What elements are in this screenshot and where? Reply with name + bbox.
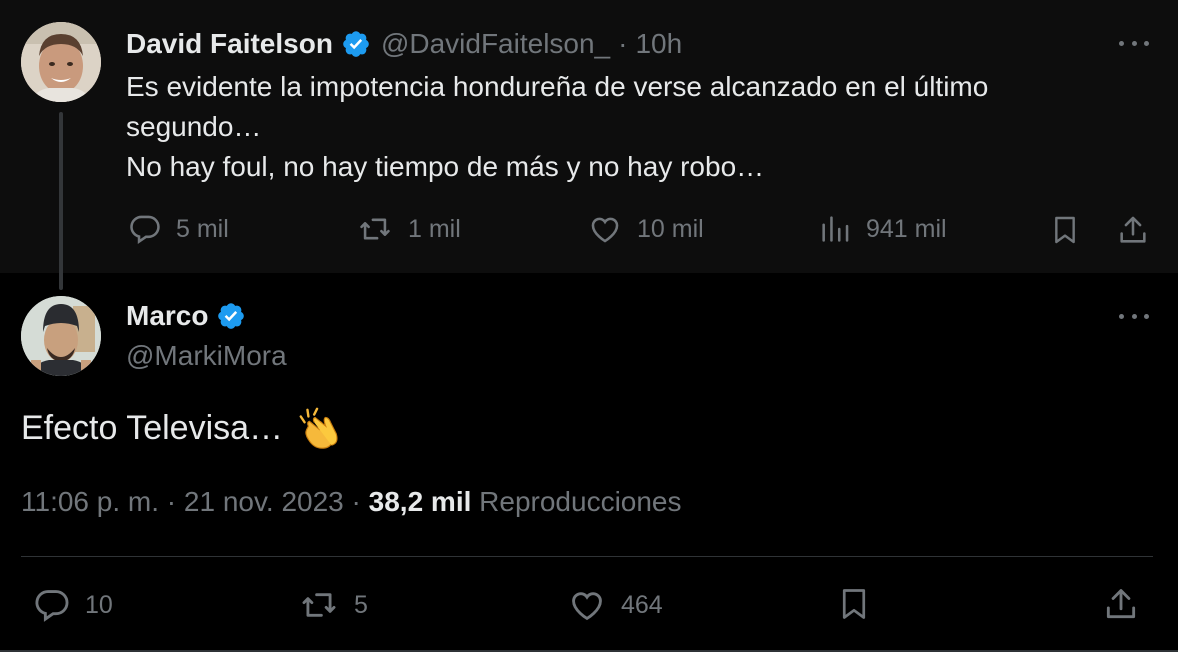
divider	[21, 556, 1153, 557]
verified-badge-icon[interactable]	[341, 29, 371, 59]
tweet-text-line: Es evidente la impotencia hondureña de v…	[126, 71, 989, 102]
views-button[interactable]: 941 mil	[818, 212, 947, 246]
share-button[interactable]	[1116, 212, 1150, 248]
meta-separator: ·	[351, 486, 361, 517]
main-tweet-author: Marco	[126, 298, 256, 334]
like-button[interactable]: 464	[567, 586, 663, 624]
reply-count: 5 mil	[176, 214, 229, 243]
analytics-icon	[822, 216, 849, 242]
parent-tweet-text: Es evidente la impotencia hondureña de v…	[126, 67, 1136, 187]
repost-count: 5	[354, 590, 368, 619]
repost-button[interactable]: 5	[298, 586, 368, 624]
bookmark-icon	[1055, 216, 1075, 244]
parent-tweet-header: David Faitelson @DavidFaitelson_ · 10h	[126, 26, 682, 62]
share-icon	[1120, 216, 1146, 243]
avatar[interactable]	[21, 22, 101, 102]
share-icon	[1106, 589, 1136, 619]
tweet-time[interactable]: 11:06 p. m.	[21, 486, 159, 517]
thread-connector-line	[59, 112, 63, 290]
repost-icon	[302, 593, 336, 617]
avatar[interactable]	[21, 296, 101, 376]
like-count: 464	[621, 590, 663, 619]
author-handle[interactable]: @MarkiMora	[126, 340, 287, 372]
view-count: 941 mil	[866, 214, 947, 243]
heart-icon	[572, 592, 602, 621]
tweet-text-line: No hay foul, no hay tiempo de más y no h…	[126, 151, 765, 182]
reply-icon	[130, 215, 160, 245]
bookmark-button[interactable]	[1049, 212, 1081, 248]
like-button[interactable]: 10 mil	[587, 212, 704, 246]
tweet-timestamp[interactable]: 10h	[635, 28, 682, 60]
author-handle[interactable]: @DavidFaitelson_	[381, 28, 610, 60]
views-count[interactable]: 38,2 mil	[369, 486, 472, 517]
tweet-text: Efecto Televisa…	[21, 408, 284, 447]
bookmark-icon	[842, 589, 866, 619]
more-options-icon[interactable]	[1116, 33, 1152, 53]
reply-button[interactable]: 10	[33, 586, 113, 624]
reply-button[interactable]: 5 mil	[128, 212, 229, 246]
repost-count: 1 mil	[408, 214, 461, 243]
share-button[interactable]	[1102, 584, 1140, 624]
like-count: 10 mil	[637, 214, 704, 243]
heart-icon	[591, 217, 619, 243]
views-label: Reproducciones	[479, 486, 682, 517]
author-name[interactable]: Marco	[126, 300, 208, 332]
reply-count: 10	[85, 590, 113, 619]
tweet-metadata: 11:06 p. m. · 21 nov. 2023 · 38,2 mil Re…	[21, 486, 682, 518]
more-options-icon[interactable]	[1116, 306, 1152, 326]
repost-button[interactable]: 1 mil	[356, 212, 461, 246]
author-name[interactable]: David Faitelson	[126, 28, 333, 60]
tweet-text-line: segundo…	[126, 111, 262, 142]
main-tweet-text: Efecto Televisa…	[21, 405, 341, 451]
tweet-date[interactable]: 21 nov. 2023	[184, 486, 344, 517]
meta-separator: ·	[166, 486, 177, 517]
bookmark-button[interactable]	[836, 584, 872, 624]
repost-icon	[360, 218, 390, 240]
clapping-hands-icon	[299, 407, 338, 449]
reply-icon	[35, 590, 69, 622]
header-separator: ·	[618, 28, 628, 59]
verified-badge-icon[interactable]	[216, 301, 246, 331]
